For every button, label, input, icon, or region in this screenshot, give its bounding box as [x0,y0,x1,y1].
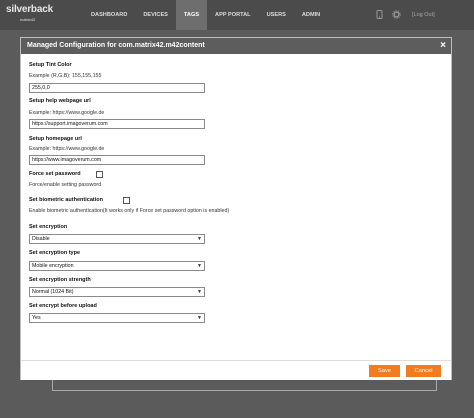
dialog-title: Managed Configuration for com.matrix42.m… [27,42,205,49]
chevron-down-icon: ▼ [197,315,202,321]
managed-configuration-dialog: Managed Configuration for com.matrix42.m… [20,37,452,380]
help-url-hint: Example: https://www.google.de [29,110,105,116]
logo-text: silverback [6,4,53,15]
main-nav: DASHBOARD DEVICES TAGS APP PORTAL USERS … [83,0,328,30]
phone-icon[interactable] [376,10,384,19]
silverback-logo[interactable]: silverback matrix42 [6,4,53,26]
biometric-auth-checkbox[interactable] [123,197,130,204]
encryption-label: Set encryption [29,224,68,230]
help-url-input[interactable]: https://support.imagoverum.com [29,119,205,129]
logout-link[interactable]: [Log Out] [412,12,435,18]
force-password-checkbox[interactable] [96,171,103,178]
chevron-down-icon: ▼ [197,263,202,269]
nav-devices[interactable]: DEVICES [135,0,176,30]
nav-users[interactable]: USERS [259,0,294,30]
dialog-footer: Save Cancel [21,360,451,380]
tint-color-label: Setup Tint Color [29,62,72,68]
biometric-auth-label: Set biometric authentication [29,197,103,203]
save-button[interactable]: Save [369,365,400,377]
close-icon[interactable]: × [440,40,446,51]
encryption-strength-select[interactable]: Normal (1024 Bit) ▼ [29,287,205,297]
logo-subtext: matrix42 [20,17,36,22]
gear-icon[interactable] [392,10,401,19]
force-password-label: Force set password [29,171,81,177]
biometric-auth-hint: Enable biometric authentication(It works… [29,208,230,214]
help-url-label: Setup help webpage url [29,98,91,104]
top-icons [376,10,401,19]
top-navigation-bar: silverback matrix42 DASHBOARD DEVICES TA… [0,0,474,30]
cancel-button[interactable]: Cancel [406,365,441,377]
encryption-select[interactable]: Disable ▼ [29,234,205,244]
force-password-hint: Force/enable setting password [29,182,102,188]
dialog-header: Managed Configuration for com.matrix42.m… [21,38,451,54]
encryption-type-select[interactable]: Mobile encryption ▼ [29,261,205,271]
nav-app-portal[interactable]: APP PORTAL [207,0,259,30]
homepage-url-hint: Example: https://www.google.de [29,146,105,152]
tint-color-hint: Example (R,G,B): 155,155,155 [29,73,102,79]
encrypt-upload-label: Set encrypt before upload [29,303,97,309]
nav-admin[interactable]: ADMIN [294,0,328,30]
nav-tags[interactable]: TAGS [175,0,208,30]
nav-dashboard[interactable]: DASHBOARD [83,0,135,30]
background-panel [52,380,437,391]
encryption-type-value: Mobile encryption [32,263,74,269]
encryption-strength-value: Normal (1024 Bit) [32,289,74,295]
encryption-select-value: Disable [32,236,50,242]
homepage-url-label: Setup homepage url [29,136,82,142]
homepage-url-input[interactable]: https://www.imagoverum.com [29,155,205,165]
chevron-down-icon: ▼ [197,236,202,242]
encrypt-upload-select[interactable]: Yes ▼ [29,313,205,323]
tint-color-input[interactable]: 255,0,0 [29,83,205,93]
chevron-down-icon: ▼ [197,289,202,295]
encryption-strength-label: Set encryption strength [29,277,91,283]
encrypt-upload-value: Yes [32,315,41,321]
encryption-type-label: Set encryption type [29,250,81,256]
